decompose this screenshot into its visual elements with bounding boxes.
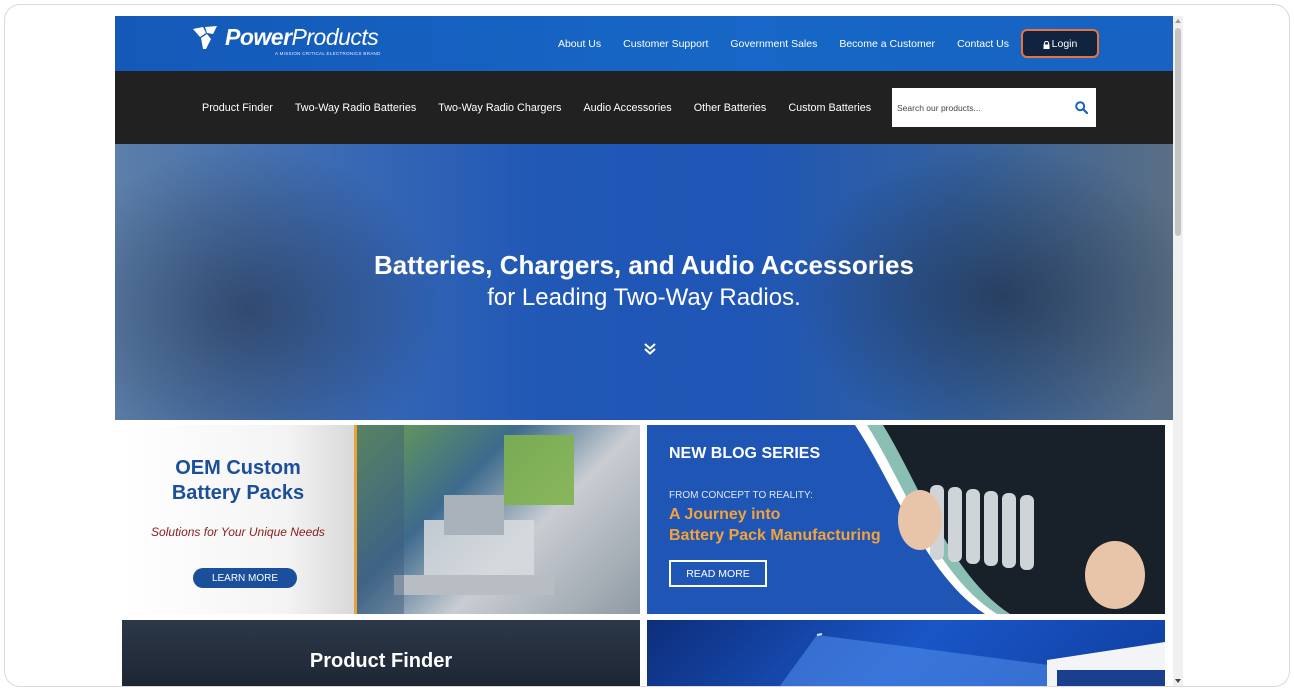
scroll-thumb[interactable] (1175, 28, 1181, 236)
promo-product-finder-title: Product Finder (309, 650, 453, 672)
search-icon[interactable] (1075, 101, 1088, 114)
top-nav-customer-support[interactable]: Customer Support (623, 38, 708, 50)
promo-oem-title-line1: OEM Custom (175, 457, 301, 479)
brand-logo[interactable]: PowerProducts A MISSION CRITICAL ELECTRO… (191, 24, 380, 56)
promo-oem-title-line2: Battery Packs (171, 482, 305, 504)
hero-photo-right (793, 144, 1173, 420)
top-nav-government-sales[interactable]: Government Sales (730, 38, 817, 50)
brand-tagline: A MISSION CRITICAL ELECTRONICS BRAND (275, 51, 381, 56)
scroll-up-icon[interactable] (1175, 19, 1181, 23)
promo-blog-photo (835, 425, 1165, 614)
promo-blog-kicker: FROM CONCEPT TO REALITY: (669, 490, 813, 501)
browser-frame: PowerProducts A MISSION CRITICAL ELECTRO… (4, 4, 1290, 687)
promo-oem-subtitle: Solutions for Your Unique Needs (151, 525, 325, 539)
battery-cells-illustration (835, 425, 1165, 614)
hero-headline: Batteries, Chargers, and Audio Accessori… (374, 250, 914, 280)
search-box (892, 88, 1096, 127)
promo-blog-title: NEW BLOG SERIES (669, 445, 821, 462)
main-nav: Product Finder Two-Way Radio Batteries T… (115, 71, 1173, 144)
lock-icon (1043, 40, 1050, 49)
promo-oem-photo (354, 425, 640, 614)
login-label: Login (1051, 37, 1078, 50)
top-nav-about-us[interactable]: About Us (558, 38, 601, 50)
promo-blog-headline-line2: Battery Pack Manufacturing (669, 527, 881, 544)
page-scrollbar[interactable] (1173, 16, 1183, 686)
logo-mark-icon (193, 26, 217, 49)
promo-oem-divider (354, 425, 357, 614)
promo-oem-custom[interactable]: OEM Custom Battery Packs Solutions for Y… (122, 425, 640, 614)
scroll-down-icon[interactable] (1175, 679, 1181, 683)
top-nav: About Us Customer Support Government Sal… (536, 16, 1099, 71)
main-nav-other-batteries[interactable]: Other Batteries (694, 102, 767, 114)
search-input[interactable] (892, 88, 1062, 127)
brand-name-bold: Power (225, 24, 292, 50)
main-nav-audio-accessories[interactable]: Audio Accessories (583, 102, 671, 114)
promo-blog-headline-line1: A Journey into (669, 506, 781, 523)
learn-more-button[interactable]: LEARN MORE (193, 568, 297, 588)
main-nav-product-finder[interactable]: Product Finder (202, 102, 273, 114)
promo-blog-headline: A Journey into Battery Pack Manufacturin… (669, 504, 881, 546)
main-nav-two-way-radio-chargers[interactable]: Two-Way Radio Chargers (438, 102, 561, 114)
top-nav-become-a-customer[interactable]: Become a Customer (839, 38, 935, 50)
brand-name-light: Products (291, 24, 379, 50)
read-more-button[interactable]: READ MORE (669, 560, 767, 587)
brand-wordmark: PowerProducts (225, 24, 379, 50)
hero-banner: Batteries, Chargers, and Audio Accessori… (115, 144, 1173, 420)
main-nav-items: Product Finder Two-Way Radio Batteries T… (202, 71, 893, 144)
main-nav-custom-batteries[interactable]: Custom Batteries (788, 102, 871, 114)
promo-product-finder[interactable]: Product Finder (122, 620, 640, 686)
page-viewport: PowerProducts A MISSION CRITICAL ELECTRO… (115, 16, 1183, 686)
promo-blog-series[interactable]: NEW BLOG SERIES FROM CONCEPT TO REALITY:… (647, 425, 1165, 614)
top-nav-contact-us[interactable]: Contact Us (957, 38, 1009, 50)
double-chevron-down-icon[interactable] (643, 342, 657, 356)
promo-blue-tile[interactable] (647, 620, 1165, 686)
hero-subheadline: for Leading Two-Way Radios. (487, 284, 801, 311)
top-header: PowerProducts A MISSION CRITICAL ELECTRO… (115, 16, 1173, 71)
machinery-illustration (354, 425, 574, 614)
login-button[interactable]: Login (1021, 29, 1099, 58)
hero-photo-left (115, 144, 445, 420)
promo-oem-title: OEM Custom Battery Packs (122, 456, 354, 506)
main-nav-two-way-radio-batteries[interactable]: Two-Way Radio Batteries (295, 102, 416, 114)
promo-blue-graphic (779, 633, 1165, 686)
